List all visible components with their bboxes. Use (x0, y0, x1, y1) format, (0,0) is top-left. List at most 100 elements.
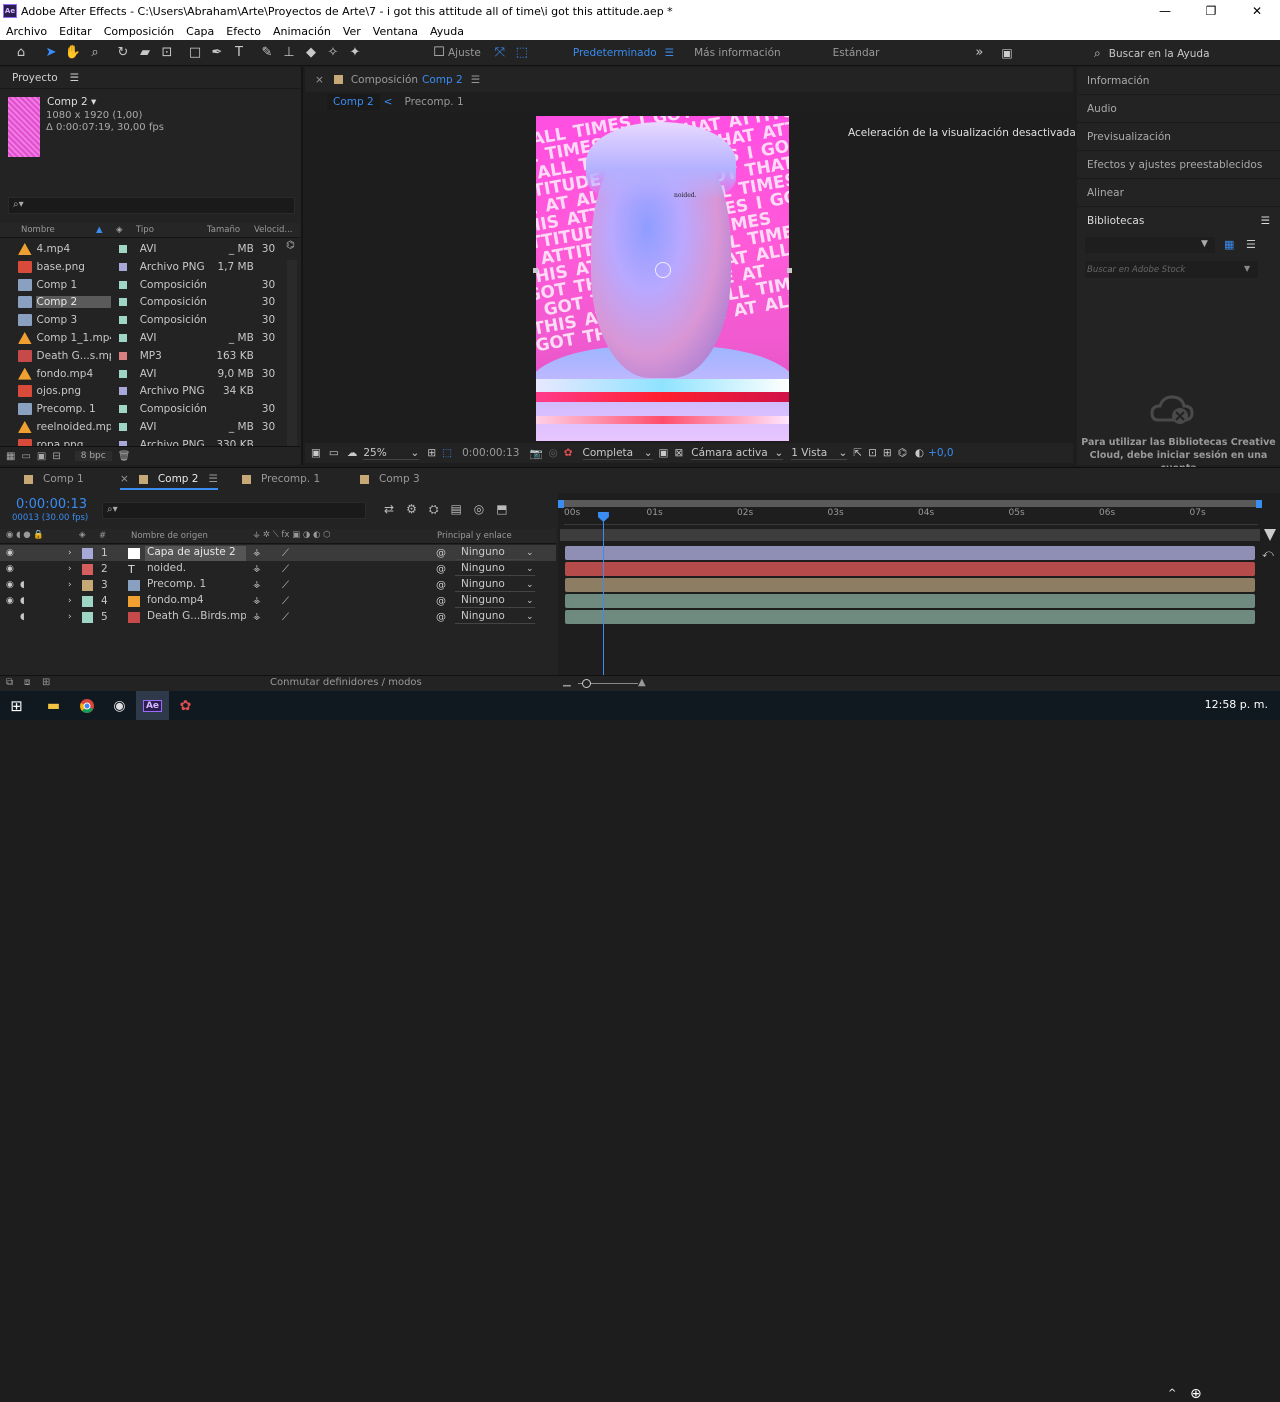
grid-view-icon[interactable]: ▦ (1224, 238, 1234, 251)
project-item[interactable]: reelnoided.mp4 AVI _ MB 30 (0, 418, 285, 436)
network-icon[interactable]: ⊕ (1190, 1386, 1202, 1402)
toggle-switches-modes[interactable]: Conmutar definidores / modos (270, 677, 422, 688)
project-item[interactable]: Death G...s.mp3 MP3 163 KB (0, 347, 285, 365)
comp-flowchart-icon[interactable]: ⇄ (384, 502, 394, 517)
zoom-slider-thumb[interactable] (582, 679, 591, 688)
parent-dropdown[interactable]: Ninguno (455, 562, 535, 576)
show-snapshot-icon[interactable]: ◎ (549, 447, 558, 459)
layer-label-swatch[interactable] (82, 579, 93, 591)
label-color-swatch[interactable] (118, 316, 127, 325)
panel-info[interactable]: Información (1077, 67, 1280, 95)
current-time-indicator[interactable] (602, 513, 604, 675)
label-color-swatch[interactable] (118, 369, 127, 378)
layer-duration-bar[interactable] (565, 610, 1255, 624)
graph-editor-icon[interactable]: ⬒ (496, 502, 507, 517)
composition-name[interactable]: Comp 2 (422, 74, 463, 86)
panel-align[interactable]: Alinear (1077, 179, 1280, 207)
time-navigator[interactable] (560, 529, 1260, 541)
layer-name[interactable]: Death G...Birds.mp3 (145, 610, 246, 625)
panel-effects-presets[interactable]: Efectos y ajustes preestablecidos (1077, 151, 1280, 179)
list-view-icon[interactable]: ☰ (1246, 238, 1256, 251)
eraser-tool-icon[interactable]: ◆ (300, 42, 322, 64)
layer-handle-left[interactable] (533, 268, 538, 273)
chevron-down-icon[interactable]: ⌄ (526, 564, 534, 574)
puppet-tool-icon[interactable]: ✦ (344, 42, 366, 64)
label-color-swatch[interactable] (118, 423, 127, 431)
menu-ayuda[interactable]: Ayuda (430, 25, 464, 38)
reset-exposure-icon[interactable]: ⊡ (868, 447, 877, 459)
timeline-search-input[interactable]: ⌕▾ (102, 502, 366, 519)
twirl-down-icon[interactable]: › (68, 596, 72, 606)
project-search-input[interactable]: ⌕▾ (8, 197, 295, 214)
shy-switch-icon[interactable]: ⚶ (253, 548, 261, 558)
new-comp-icon[interactable]: ▣ (37, 451, 46, 462)
transfer-controls-icon[interactable]: ⧈ (24, 677, 30, 688)
breadcrumb-precomp1[interactable]: Precomp. 1 (404, 96, 463, 108)
in-out-icon[interactable]: ⊞ (42, 677, 50, 688)
twirl-down-icon[interactable]: › (68, 548, 72, 558)
parent-dropdown[interactable]: Ninguno (455, 594, 535, 608)
pick-whip-icon[interactable]: @ (436, 564, 446, 575)
menu-ver[interactable]: Ver (343, 25, 361, 38)
fit-icon[interactable]: ⊞ (427, 447, 436, 459)
project-item[interactable]: base.png Archivo PNG 1,7 MB (0, 258, 285, 276)
selected-item-name[interactable]: Comp 2 ▾ (47, 96, 96, 108)
rotate-tool-icon[interactable]: ↻ (112, 42, 134, 64)
close-button[interactable]: ✕ (1234, 0, 1280, 22)
menu-efecto[interactable]: Efecto (226, 25, 261, 38)
layer-row[interactable]: ◉ › 2 Tnoided. ⚶ ⟋ @ Ninguno ⌄ (0, 561, 556, 577)
home-icon[interactable]: ⌂ (10, 42, 32, 64)
snapshot-icon[interactable]: 📷 (529, 447, 542, 460)
region-interest-icon[interactable]: ▣ (659, 447, 669, 459)
parent-dropdown[interactable]: Ninguno (455, 578, 535, 592)
camera-tool-icon[interactable]: ▰ (134, 42, 156, 64)
shy-switch-icon[interactable]: ⚶ (253, 596, 261, 606)
hand-tool-icon[interactable]: ✋ (62, 42, 84, 64)
safe-zones-icon[interactable]: ⬚ (442, 447, 452, 459)
roto-brush-tool-icon[interactable]: ✧ (322, 42, 344, 64)
tray-chevron-icon[interactable]: ^ (1168, 1388, 1176, 1399)
frame-blend-icon[interactable]: ▤ (450, 502, 461, 517)
layer-label-swatch[interactable] (82, 595, 93, 607)
layer-name[interactable]: noided. (145, 562, 246, 577)
menu-editar[interactable]: Editar (59, 25, 92, 38)
dropdown-caret-icon[interactable]: ▾ (91, 96, 96, 108)
timeline-tab[interactable]: × Comp 2 ☰ (120, 473, 218, 490)
help-search-input[interactable]: Buscar en la Ayuda (1109, 48, 1210, 60)
timeline-tab[interactable]: Precomp. 1 (242, 473, 320, 485)
visibility-eye-icon[interactable]: ◉ (6, 564, 14, 574)
ripple-icon[interactable]: ⤺ (1262, 547, 1274, 561)
time-ruler[interactable] (564, 503, 1258, 525)
panel-close-icon[interactable]: × (315, 74, 324, 86)
pen-tool-icon[interactable]: ✒ (206, 42, 228, 64)
more-workspaces-icon[interactable]: » (975, 45, 983, 60)
layer-name[interactable]: Precomp. 1 (145, 578, 246, 593)
project-item[interactable]: ojos.png Archivo PNG 34 KB (0, 382, 285, 400)
project-panel-title[interactable]: Proyecto (12, 72, 58, 84)
layer-label-swatch[interactable] (82, 563, 93, 575)
pick-whip-icon[interactable]: @ (436, 580, 446, 591)
library-select[interactable] (1085, 237, 1215, 253)
layer-switches-icon[interactable]: ⧉ (6, 677, 13, 688)
composition-canvas[interactable]: AT ALL TIMES I GOT THAT ATTITUDEALL TIME… (536, 116, 789, 441)
pick-whip-icon[interactable]: @ (436, 596, 446, 607)
label-color-swatch[interactable] (118, 298, 127, 307)
timeline-tab[interactable]: Comp 1 (24, 473, 84, 485)
chevron-down-icon[interactable]: ⌄ (526, 612, 534, 622)
rectangle-tool-icon[interactable]: □ (184, 42, 206, 64)
quality-switch-icon[interactable]: ⟋ (282, 612, 289, 623)
workspace-menu-icon[interactable]: ☰ (665, 47, 674, 59)
maximize-button[interactable]: ❐ (1188, 0, 1234, 22)
panel-preview[interactable]: Previsualización (1077, 123, 1280, 151)
label-color-swatch[interactable] (118, 245, 127, 253)
menu-composicion[interactable]: Composición (104, 25, 174, 38)
label-color-swatch[interactable] (118, 280, 127, 289)
align-checkbox[interactable]: ☐ (428, 42, 450, 64)
visibility-eye-icon[interactable]: ◉ (6, 596, 14, 606)
shy-switch-icon[interactable]: ⚶ (253, 580, 261, 590)
twirl-down-icon[interactable]: › (68, 612, 72, 622)
layer-duration-bar[interactable] (565, 546, 1255, 560)
twirl-down-icon[interactable]: › (68, 580, 72, 590)
exposure-icon[interactable]: ◐ (915, 447, 924, 459)
clone-stamp-tool-icon[interactable]: ⊥ (278, 42, 300, 64)
